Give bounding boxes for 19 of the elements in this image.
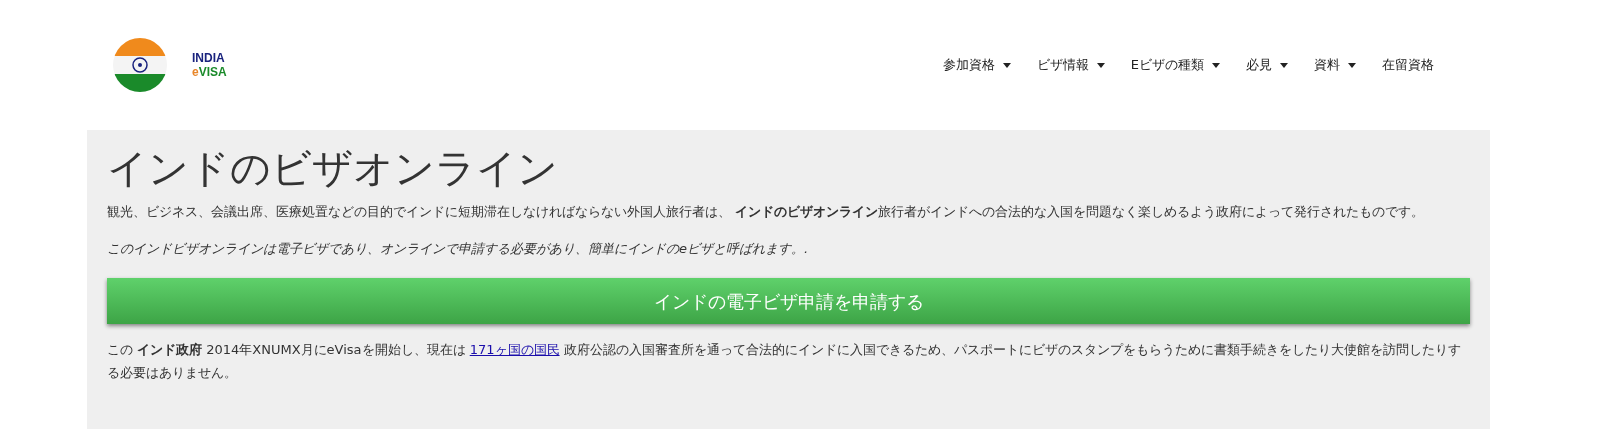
- dropdown-menu-link[interactable]: Eビザの種類: [1117, 55, 1233, 75]
- caret-icon: [1002, 63, 1011, 69]
- note-paragraph: このインドビザオンラインは電子ビザであり、オンラインで申請する必要があり、簡単にインドのeビザと呼ばれます。.: [107, 240, 810, 258]
- logo-text: INDIA: [192, 51, 226, 65]
- caret-icon: [1212, 63, 1220, 69]
- intro-paragraph: 観光、ビジネス、会議出席、医療処置などの目的でインドに短期滞在しなければならない外国人旅行者は、 インドのビザオンライン旅行者がインドへの合法的な入国を問題なく楽しめるよう政府によって発行されたものです。: [107, 203, 1426, 221]
- dropdown-menu-link[interactable]: ビザ情報: [1023, 55, 1118, 75]
- info-paragraph: この インド政府 2014年XNUMX月にeVisaを開始し、現在は 171ヶ国の国民 政府公認の入国審査所を通って合法的にインドに入国できるため、パスポートにビザのスタンプをもらうために書類手続きをしたり大使館を訪問したりする必要はありません。: [107, 341, 1462, 382]
- dropdown-menu-link[interactable]: 参加資格: [929, 55, 1024, 75]
- caret-icon: [1280, 63, 1288, 69]
- logo-text: eVISA: [192, 65, 227, 79]
- page-title: インドのビザオンライン: [107, 144, 559, 192]
- flag-logo-icon: [112, 37, 168, 93]
- dropdown-menu-link[interactable]: 必見: [1233, 55, 1301, 75]
- caret-icon: [1096, 63, 1105, 69]
- countries-link[interactable]: 171ヶ国の国民: [469, 342, 560, 357]
- dropdown-menu-link[interactable]: 資料: [1301, 55, 1369, 75]
- caret-icon: [1348, 63, 1356, 69]
- nav-link[interactable]: 在留資格: [1369, 55, 1447, 75]
